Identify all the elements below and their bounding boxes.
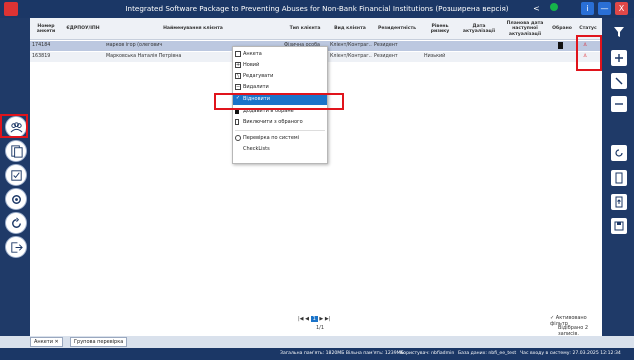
main-panel: Номер анкети ЄДРПОУ/ІПН Найменування клі… bbox=[30, 18, 602, 337]
header-residency[interactable]: Резидентність bbox=[372, 18, 422, 40]
menu-item-delete[interactable]: − Видалити bbox=[233, 82, 327, 93]
annotation-box-restore bbox=[214, 93, 344, 110]
cell-residency: Резидент bbox=[374, 43, 398, 48]
cell-client-kind: Клієнт/Контраг... bbox=[330, 43, 372, 48]
document-upload-icon bbox=[615, 196, 623, 208]
filter-icon bbox=[614, 27, 624, 37]
pager: |◀ ◀ 1 ▶ ▶| bbox=[298, 316, 330, 322]
current-page[interactable]: 1 bbox=[310, 316, 318, 322]
memory-status: Загальна пам'ять: 1820МБ Вільна пам'ять:… bbox=[280, 351, 404, 356]
table-header: Номер анкети ЄДРПОУ/ІПН Найменування клі… bbox=[30, 18, 602, 40]
form-icon bbox=[235, 51, 241, 57]
plus-icon: + bbox=[235, 62, 241, 68]
title-bar: Integrated Software Package to Preventin… bbox=[0, 0, 634, 18]
cell-risk: Низький bbox=[424, 54, 446, 59]
share-icon[interactable]: < bbox=[530, 2, 543, 15]
header-update-date[interactable]: Дата актуалізації bbox=[458, 18, 500, 40]
app-logo-icon bbox=[4, 2, 18, 16]
filter-button[interactable] bbox=[611, 24, 627, 40]
next-page-button[interactable]: ▶ bbox=[319, 316, 323, 322]
cell-residency: Резидент bbox=[374, 54, 398, 59]
menu-item-remove-favorite[interactable]: Виключити з обраного bbox=[233, 117, 327, 128]
bottom-tab-strip: Анкети ✕ Групова перевірка bbox=[0, 336, 634, 348]
blank-icon bbox=[564, 2, 577, 15]
refresh-button[interactable] bbox=[5, 212, 27, 234]
checkbox-icon bbox=[10, 169, 22, 181]
checks-button[interactable] bbox=[5, 164, 27, 186]
refresh-button[interactable] bbox=[611, 145, 627, 161]
bookmark-icon[interactable] bbox=[558, 41, 568, 51]
add-button[interactable] bbox=[611, 50, 627, 66]
logout-icon bbox=[10, 241, 23, 253]
minimize-button[interactable]: — bbox=[598, 2, 611, 15]
last-page-button[interactable]: ▶| bbox=[325, 316, 331, 322]
save-icon bbox=[614, 221, 624, 231]
plus-icon bbox=[615, 54, 623, 62]
edit-icon bbox=[615, 77, 623, 85]
refresh-icon bbox=[11, 217, 21, 228]
login-time-status: Час входу в систему: 27.03.2025 12:12:34 bbox=[520, 351, 621, 356]
header-number[interactable]: Номер анкети bbox=[30, 18, 62, 40]
annotation-box-status bbox=[576, 35, 602, 71]
status-bar: Загальна пам'ять: 1820МБ Вільна пам'ять:… bbox=[0, 348, 634, 360]
export-button[interactable] bbox=[611, 170, 627, 186]
window-title: Integrated Software Package to Preventin… bbox=[125, 4, 509, 13]
documents-icon bbox=[10, 144, 23, 158]
header-next-update[interactable]: Планова дата наступної актуалізації bbox=[500, 18, 550, 40]
document-icon bbox=[615, 172, 623, 184]
refresh-icon bbox=[615, 149, 623, 157]
status-dot-icon bbox=[547, 2, 560, 15]
right-toolbar bbox=[602, 18, 634, 348]
reports-button[interactable] bbox=[5, 140, 27, 162]
logout-button[interactable] bbox=[5, 236, 27, 258]
tab-group-check[interactable]: Групова перевірка bbox=[70, 337, 128, 347]
check-circle-icon bbox=[235, 135, 241, 141]
document-upload-button[interactable] bbox=[611, 194, 627, 210]
header-risk[interactable]: Рівень ризику bbox=[422, 18, 458, 40]
minus-icon bbox=[615, 103, 623, 105]
settings-button[interactable] bbox=[5, 188, 27, 210]
header-name[interactable]: Найменування клієнта bbox=[104, 18, 282, 40]
cell-number: 174184 bbox=[32, 43, 51, 48]
header-client-type[interactable]: Тип клієнта bbox=[282, 18, 328, 40]
database-status: База даних: nbfi_ee_test bbox=[458, 351, 517, 356]
annotation-box-clients bbox=[0, 114, 28, 138]
first-page-button[interactable]: |◀ bbox=[298, 316, 304, 322]
minus-icon: − bbox=[235, 84, 241, 90]
edit-icon: \ bbox=[235, 73, 241, 79]
bookmark-outline-icon bbox=[235, 119, 239, 125]
menu-item-new[interactable]: + Новий bbox=[233, 60, 327, 71]
menu-item-checklists[interactable]: Перевірка по системі CheckLists bbox=[233, 133, 327, 152]
user-status: Користувач: nbfiadmin bbox=[400, 351, 455, 356]
prev-page-button[interactable]: ◀ bbox=[305, 316, 309, 322]
close-button[interactable]: X bbox=[615, 2, 628, 15]
cell-number: 163819 bbox=[32, 54, 51, 59]
menu-separator bbox=[235, 130, 325, 131]
tab-questionnaires[interactable]: Анкети ✕ bbox=[30, 337, 63, 347]
left-sidebar bbox=[0, 18, 30, 348]
header-client-kind[interactable]: Вид клієнта bbox=[328, 18, 372, 40]
edit-button[interactable] bbox=[611, 73, 627, 89]
page-summary: 1/1 bbox=[316, 325, 325, 331]
delete-button[interactable] bbox=[611, 96, 627, 112]
window-controls: < i — X bbox=[530, 2, 628, 15]
menu-item-questionnaire[interactable]: Анкета bbox=[233, 49, 327, 60]
info-button[interactable]: i bbox=[581, 2, 594, 15]
cell-client-kind: Клієнт/Контраг... bbox=[330, 54, 372, 59]
header-favorite[interactable]: Обрано bbox=[550, 18, 574, 40]
menu-item-edit[interactable]: \ Редагувати bbox=[233, 71, 327, 82]
gear-icon bbox=[11, 194, 21, 204]
header-edrpou[interactable]: ЄДРПОУ/ІПН bbox=[62, 18, 104, 40]
save-button[interactable] bbox=[611, 218, 627, 234]
